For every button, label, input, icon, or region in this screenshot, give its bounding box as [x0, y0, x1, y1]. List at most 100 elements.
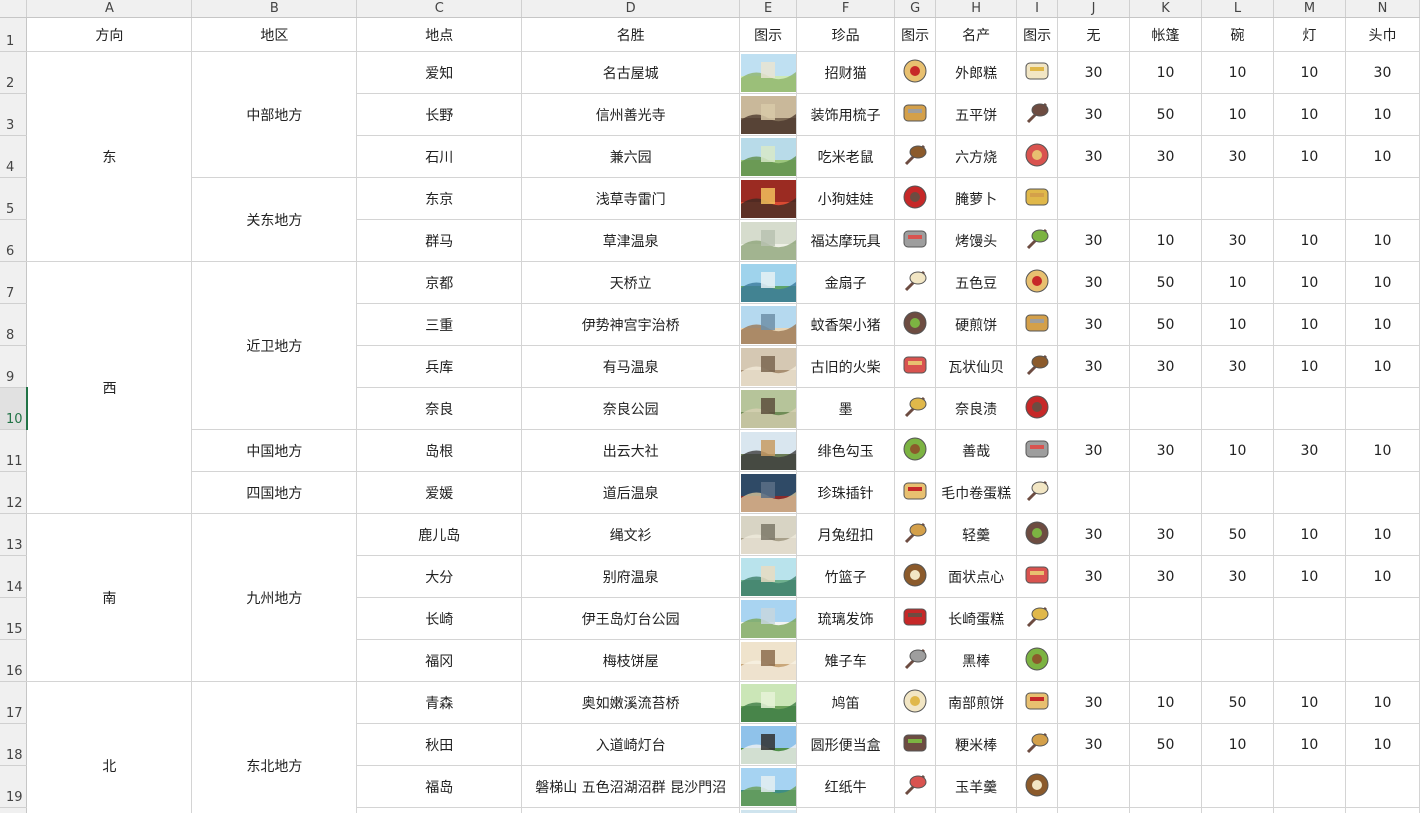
treasure-image-cell[interactable]	[894, 471, 937, 514]
sight-cell[interactable]: 别府温泉	[521, 555, 741, 598]
column-header[interactable]: I	[1016, 0, 1059, 18]
treasure-image-cell[interactable]	[894, 597, 937, 640]
treasure-cell[interactable]: 小狗娃娃	[796, 177, 896, 220]
treasure-image-cell[interactable]	[894, 135, 937, 178]
value-cell[interactable]: 10	[1201, 723, 1274, 766]
value-cell[interactable]: 30	[1057, 345, 1131, 388]
product-cell[interactable]: 瓦状仙贝	[935, 345, 1018, 388]
place-cell[interactable]: 石川	[356, 135, 523, 178]
product-image-cell[interactable]	[1016, 765, 1059, 808]
value-cell[interactable]: 10	[1273, 93, 1346, 136]
product-cell[interactable]: 粳米棒	[935, 723, 1018, 766]
sight-cell[interactable]: 信州善光寺	[521, 93, 741, 136]
sight-image-cell[interactable]	[739, 429, 798, 472]
row-header[interactable]: 13	[0, 513, 28, 556]
treasure-image-cell[interactable]	[894, 555, 937, 598]
value-cell[interactable]: 30	[1057, 555, 1131, 598]
sight-cell[interactable]: 天桥立	[521, 261, 741, 304]
place-cell[interactable]: 鹿儿岛	[356, 513, 523, 556]
sight-image-cell[interactable]	[739, 135, 798, 178]
row-header[interactable]: 9	[0, 345, 28, 388]
treasure-cell[interactable]: 福达摩玩具	[796, 219, 896, 262]
value-cell[interactable]: 30	[1057, 807, 1131, 813]
value-cell[interactable]: 10	[1273, 555, 1346, 598]
value-cell[interactable]	[1129, 597, 1202, 640]
value-cell[interactable]	[1201, 177, 1274, 220]
region-cell[interactable]: 关东地方	[191, 177, 358, 262]
place-cell[interactable]: 群马	[356, 219, 523, 262]
treasure-image-cell[interactable]	[894, 261, 937, 304]
value-cell[interactable]: 30	[1057, 429, 1131, 472]
sight-image-cell[interactable]	[739, 555, 798, 598]
sight-image-cell[interactable]	[739, 723, 798, 766]
value-cell[interactable]: 10	[1345, 429, 1420, 472]
row-header[interactable]: 12	[0, 471, 28, 514]
product-image-cell[interactable]	[1016, 471, 1059, 514]
value-cell[interactable]: 10	[1273, 219, 1346, 262]
place-cell[interactable]: 兵库	[356, 345, 523, 388]
product-cell[interactable]: 烤馒头	[935, 219, 1018, 262]
sight-cell[interactable]: 浅草寺雷门	[521, 177, 741, 220]
place-cell[interactable]: 福冈	[356, 639, 523, 682]
treasure-cell[interactable]: 小木偶人	[796, 807, 896, 813]
header-cell[interactable]: 名产	[935, 17, 1018, 52]
product-image-cell[interactable]	[1016, 681, 1059, 724]
value-cell[interactable]: 50	[1201, 681, 1274, 724]
product-cell[interactable]: 奈良渍	[935, 387, 1018, 430]
sight-image-cell[interactable]	[739, 807, 798, 813]
value-cell[interactable]: 10	[1129, 219, 1202, 262]
value-cell[interactable]: 30	[1345, 51, 1420, 94]
row-header[interactable]: 3	[0, 93, 28, 136]
value-cell[interactable]: 30	[1057, 681, 1131, 724]
treasure-image-cell[interactable]	[894, 219, 937, 262]
treasure-image-cell[interactable]	[894, 807, 937, 813]
treasure-cell[interactable]: 竹篮子	[796, 555, 896, 598]
header-cell[interactable]: 图示	[1016, 17, 1059, 52]
value-cell[interactable]	[1201, 471, 1274, 514]
value-cell[interactable]: 10	[1345, 723, 1420, 766]
product-cell[interactable]: 面状点心	[935, 555, 1018, 598]
value-cell[interactable]	[1345, 177, 1420, 220]
value-cell[interactable]	[1201, 765, 1274, 808]
direction-cell[interactable]: 南	[26, 513, 193, 682]
value-cell[interactable]	[1345, 639, 1420, 682]
sight-cell[interactable]: 伊势神宫宇治桥	[521, 303, 741, 346]
direction-cell[interactable]: 西	[26, 261, 193, 514]
treasure-cell[interactable]: 绯色勾玉	[796, 429, 896, 472]
place-cell[interactable]: 奈良	[356, 387, 523, 430]
product-cell[interactable]: 六方烧	[935, 135, 1018, 178]
treasure-image-cell[interactable]	[894, 765, 937, 808]
row-header[interactable]: 10	[0, 387, 28, 430]
header-cell[interactable]: 碗	[1201, 17, 1274, 52]
value-cell[interactable]: 10	[1273, 303, 1346, 346]
region-cell[interactable]: 近卫地方	[191, 261, 358, 430]
value-cell[interactable]: 30	[1057, 513, 1131, 556]
treasure-cell[interactable]: 装饰用梳子	[796, 93, 896, 136]
sight-cell[interactable]: 伊王岛灯台公园	[521, 597, 741, 640]
header-cell[interactable]: 灯	[1273, 17, 1346, 52]
treasure-cell[interactable]: 蚊香架小猪	[796, 303, 896, 346]
treasure-image-cell[interactable]	[894, 639, 937, 682]
value-cell[interactable]	[1201, 597, 1274, 640]
product-cell[interactable]: 黑棒	[935, 639, 1018, 682]
sight-cell[interactable]: 奈良公园	[521, 387, 741, 430]
row-header[interactable]: 20	[0, 807, 28, 813]
row-header[interactable]: 15	[0, 597, 28, 640]
value-cell[interactable]: 10	[1273, 51, 1346, 94]
region-cell[interactable]: 九州地方	[191, 513, 358, 682]
header-cell[interactable]: 地区	[191, 17, 358, 52]
place-cell[interactable]: 长野	[356, 93, 523, 136]
value-cell[interactable]: 10	[1273, 261, 1346, 304]
column-header[interactable]: F	[796, 0, 896, 18]
column-header[interactable]: N	[1345, 0, 1420, 18]
row-header[interactable]: 8	[0, 303, 28, 346]
header-cell[interactable]: 头巾	[1345, 17, 1420, 52]
value-cell[interactable]: 30	[1201, 345, 1274, 388]
product-image-cell[interactable]	[1016, 639, 1059, 682]
treasure-cell[interactable]: 月兔纽扣	[796, 513, 896, 556]
value-cell[interactable]	[1057, 765, 1131, 808]
value-cell[interactable]: 30	[1057, 93, 1131, 136]
sight-image-cell[interactable]	[739, 261, 798, 304]
product-cell[interactable]: 五平饼	[935, 93, 1018, 136]
value-cell[interactable]: 30	[1057, 135, 1131, 178]
